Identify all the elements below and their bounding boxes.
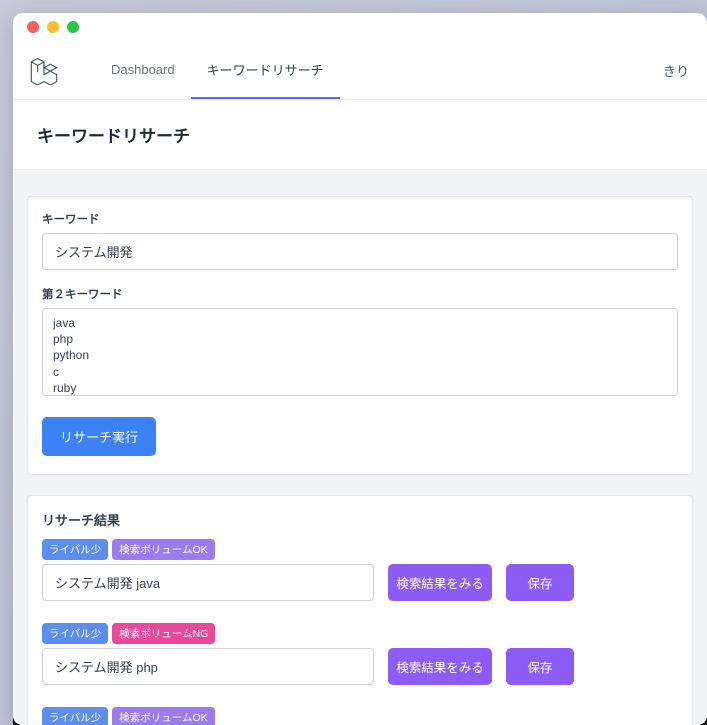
window-zoom-button[interactable] bbox=[67, 21, 79, 33]
rival-badge: ライバル少 bbox=[42, 707, 108, 725]
result-row: ライバル少検索ボリュームOK 検索結果をみる保存 bbox=[42, 539, 678, 601]
result-row: ライバル少検索ボリュームNG 検索結果をみる保存 bbox=[42, 623, 678, 685]
volume-badge: 検索ボリュームOK bbox=[112, 707, 214, 725]
second-keyword-label: 第２キーワード bbox=[42, 286, 678, 302]
result-badges: ライバル少検索ボリュームNG bbox=[42, 623, 678, 644]
result-keyword-input[interactable] bbox=[42, 564, 374, 601]
navbar: Dashboard キーワードリサーチ きり bbox=[13, 41, 707, 99]
results-list: ライバル少検索ボリュームOK検索結果をみる保存ライバル少検索ボリュームNG検索結… bbox=[42, 539, 678, 725]
result-line: 検索結果をみる保存 bbox=[42, 564, 678, 601]
laravel-logo-icon bbox=[29, 55, 59, 85]
results-card: リサーチ結果 ライバル少検索ボリュームOK検索結果をみる保存ライバル少検索ボリュ… bbox=[27, 495, 693, 725]
result-keyword-input[interactable] bbox=[42, 648, 374, 685]
search-form-card: キーワード 第２キーワード リサーチ実行 bbox=[27, 196, 693, 475]
window-close-button[interactable] bbox=[27, 21, 39, 33]
result-line: 検索結果をみる保存 bbox=[42, 648, 678, 685]
keyword-field-group: キーワード bbox=[42, 211, 678, 270]
navbar-user[interactable]: きり bbox=[663, 61, 689, 80]
rival-badge: ライバル少 bbox=[42, 539, 108, 560]
view-results-button[interactable]: 検索結果をみる bbox=[388, 564, 492, 601]
save-button[interactable]: 保存 bbox=[506, 648, 574, 685]
result-badges: ライバル少検索ボリュームOK bbox=[42, 539, 678, 560]
volume-badge: 検索ボリュームOK bbox=[112, 539, 214, 560]
content-area: キーワード 第２キーワード リサーチ実行 リサーチ結果 ライバル少検索ボリューム… bbox=[13, 170, 707, 725]
rival-badge: ライバル少 bbox=[42, 623, 108, 644]
second-keyword-textarea[interactable] bbox=[42, 308, 678, 396]
page-header: キーワードリサーチ bbox=[13, 99, 707, 170]
view-results-button[interactable]: 検索結果をみる bbox=[388, 648, 492, 685]
research-submit-button[interactable]: リサーチ実行 bbox=[42, 417, 156, 456]
save-button[interactable]: 保存 bbox=[506, 564, 574, 601]
volume-badge: 検索ボリュームNG bbox=[112, 623, 215, 644]
app-logo bbox=[25, 51, 63, 89]
app-window: Dashboard キーワードリサーチ きり キーワードリサーチ キーワード 第… bbox=[13, 13, 707, 725]
results-title: リサーチ結果 bbox=[42, 510, 678, 529]
result-row: ライバル少検索ボリュームOK検索結果をみる保存 bbox=[42, 707, 678, 725]
keyword-label: キーワード bbox=[42, 211, 678, 227]
page-title: キーワードリサーチ bbox=[37, 122, 683, 147]
nav-link-dashboard[interactable]: Dashboard bbox=[95, 41, 191, 99]
window-titlebar bbox=[13, 13, 707, 41]
second-keyword-field-group: 第２キーワード bbox=[42, 286, 678, 401]
nav-links: Dashboard キーワードリサーチ bbox=[95, 41, 340, 99]
keyword-input[interactable] bbox=[42, 233, 678, 270]
result-badges: ライバル少検索ボリュームOK bbox=[42, 707, 678, 725]
window-minimize-button[interactable] bbox=[47, 21, 59, 33]
nav-link-keyword-research[interactable]: キーワードリサーチ bbox=[191, 41, 340, 99]
